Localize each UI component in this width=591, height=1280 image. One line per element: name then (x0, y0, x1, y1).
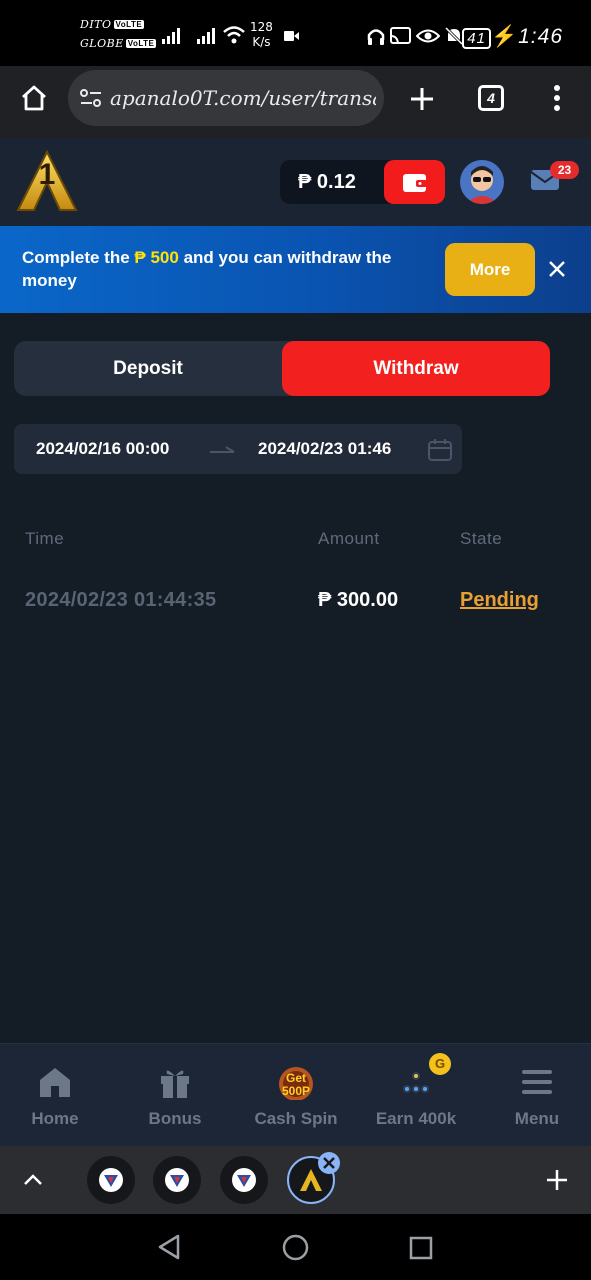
withdraw-requirement-banner: Complete the ₱ 500 and you can withdraw … (0, 226, 591, 313)
wallet-button[interactable] (384, 160, 445, 204)
cash-spin-badge: Get 500P (281, 1071, 311, 1098)
site-header: 1 ₱ 0.12 23 (0, 138, 591, 226)
column-header-time: Time (25, 529, 65, 548)
browser-tab-strip (0, 1146, 591, 1214)
browser-tab-3[interactable] (220, 1156, 268, 1204)
row-time: 2024/02/23 01:44:35 (25, 589, 217, 611)
site-settings-icon[interactable] (80, 89, 102, 107)
url-text: apanalo0T.com/user/transactic (110, 86, 376, 110)
avatar-icon (466, 166, 498, 204)
close-icon[interactable] (547, 259, 567, 279)
recents-icon[interactable] (409, 1236, 433, 1260)
nav-bonus-label: Bonus (148, 1109, 202, 1128)
home-icon[interactable] (20, 84, 48, 112)
chevron-up-icon[interactable] (22, 1172, 44, 1186)
signal-icon (162, 28, 180, 44)
calendar-icon[interactable] (428, 439, 452, 461)
row-amount: ₱ 300.00 (318, 589, 399, 611)
transaction-type-tabs: Deposit Withdraw (14, 341, 550, 396)
add-tab-icon[interactable] (546, 1169, 568, 1191)
tab-withdraw[interactable]: Withdraw (282, 341, 550, 396)
headphones-icon (367, 29, 385, 45)
end-date[interactable]: 2024/02/23 01:46 (258, 439, 391, 459)
nav-home[interactable]: Home (0, 1044, 114, 1147)
system-navigation-bar (0, 1214, 591, 1280)
browser-toolbar: apanalo0T.com/user/transactic 4 (0, 66, 591, 138)
browser-tab-1[interactable] (87, 1156, 135, 1204)
site-favicon (165, 1168, 189, 1192)
status-bar: DITO VoLTE GLOBE VoLTE 128 K/s 41 ⚡1:46 (0, 0, 591, 66)
column-header-amount: Amount (318, 529, 380, 548)
arrow-right-icon (210, 446, 235, 453)
carrier-2: GLOBE VoLTE (80, 37, 157, 50)
battery-time: 41 ⚡1:46 (462, 25, 563, 49)
gift-icon (161, 1070, 189, 1098)
new-tab-icon[interactable] (409, 86, 435, 112)
nav-bonus[interactable]: Bonus (116, 1044, 234, 1147)
eye-icon (416, 29, 440, 43)
nav-earn-label: Earn 400k (375, 1109, 457, 1128)
more-vert-icon[interactable] (552, 84, 562, 112)
network-speed: 128 K/s (250, 20, 273, 49)
banner-message: Complete the ₱ 500 and you can withdraw … (22, 248, 392, 290)
site-favicon (99, 1168, 123, 1192)
nav-menu-label: Menu (514, 1109, 560, 1128)
video-record-icon (284, 31, 299, 41)
nav-home-label: Home (31, 1109, 79, 1128)
home-circle-icon[interactable] (282, 1234, 309, 1261)
wifi-icon (223, 26, 245, 44)
wallet-icon (403, 174, 427, 192)
tab-switcher-button[interactable]: 4 (478, 85, 504, 111)
close-icon (323, 1157, 335, 1169)
start-date[interactable]: 2024/02/16 00:00 (36, 439, 169, 459)
mail-count-badge: 23 (550, 161, 579, 179)
logo-text: 1 (38, 158, 56, 191)
date-range-picker[interactable]: 2024/02/16 00:00 2024/02/23 01:46 (14, 424, 462, 474)
battery-icon: 41 (462, 28, 491, 49)
nav-cash-spin[interactable]: Get 500P Cash Spin (237, 1044, 355, 1147)
browser-tab-2[interactable] (153, 1156, 201, 1204)
tab-deposit[interactable]: Deposit (14, 341, 282, 396)
user-avatar[interactable] (460, 160, 504, 204)
carrier-1: DITO VoLTE (80, 18, 145, 31)
bell-off-icon (444, 26, 464, 46)
home-icon (40, 1068, 70, 1097)
site-favicon (232, 1168, 256, 1192)
column-header-state: State (460, 529, 503, 548)
balance-amount: ₱ 0.12 (298, 171, 356, 193)
nav-cash-spin-label: Cash Spin (254, 1109, 338, 1128)
earn-badge: G (429, 1053, 451, 1075)
close-tab-button[interactable] (318, 1152, 340, 1174)
signal-icon-2 (197, 28, 215, 44)
more-button[interactable]: More (445, 243, 535, 296)
nav-earn[interactable]: G Earn 400k (357, 1044, 475, 1147)
back-icon[interactable] (157, 1234, 181, 1260)
banner-amount: ₱ 500 (134, 248, 179, 267)
bottom-navigation: Home Bonus Get 500P Cash Spin G Earn 400k… (0, 1043, 591, 1146)
address-bar[interactable]: apanalo0T.com/user/transactic (68, 70, 384, 126)
cast-icon (390, 27, 411, 44)
site-logo[interactable]: 1 (16, 149, 78, 212)
menu-icon (522, 1070, 552, 1094)
row-state-link[interactable]: Pending (460, 589, 539, 612)
nav-menu[interactable]: Menu (478, 1044, 591, 1147)
